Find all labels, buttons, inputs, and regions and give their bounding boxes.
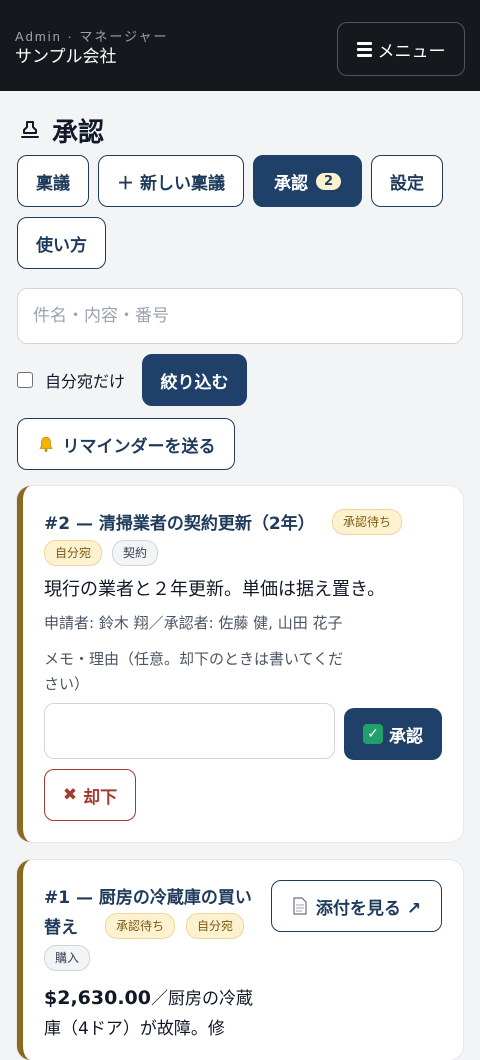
check-icon: ✓ bbox=[363, 724, 383, 744]
cross-icon: ✖ bbox=[62, 785, 78, 805]
mine-only-filter: 自分宛だけ bbox=[17, 366, 125, 394]
reject-button-label: 却下 bbox=[83, 787, 118, 808]
mine-only-label: 自分宛だけ bbox=[45, 372, 126, 391]
view-attachment-button[interactable]: 添付を見る ↗ bbox=[271, 880, 442, 932]
card-description: 現行の業者と２年更新。単価は据え置き。 bbox=[44, 579, 386, 600]
tab-approval[interactable]: 承認 2 bbox=[253, 155, 362, 207]
send-reminder-label: リマインダーを送る bbox=[62, 436, 216, 457]
approval-card: #2 — 清掃業者の契約更新（2年） 承認待ち 自分宛 契約 現行の業者と２年更… bbox=[17, 486, 463, 842]
new-ringi-button[interactable]: ＋ 新しい稟議 bbox=[98, 155, 244, 207]
amount: $2,630.00 bbox=[44, 987, 151, 1009]
view-attachment-label: 添付を見る ↗ bbox=[315, 898, 422, 919]
new-ringi-label: ＋ 新しい稟議 bbox=[117, 173, 225, 194]
memo-input[interactable] bbox=[44, 703, 335, 759]
tag-badge: 自分宛 bbox=[186, 913, 245, 939]
filter-button-label: 絞り込む bbox=[160, 372, 229, 393]
tab-howto-label: 使い方 bbox=[36, 235, 87, 256]
top-bar: Admin · マネージャー サンプル会社 メニュー bbox=[0, 0, 480, 91]
tab-approval-label: 承認 bbox=[273, 173, 308, 194]
bell-icon bbox=[38, 436, 53, 452]
company-name: サンプル会社 bbox=[15, 47, 117, 67]
send-reminder-button[interactable]: リマインダーを送る bbox=[17, 418, 235, 470]
card-description: $2,630.00／厨房の冷蔵庫（4ドア）が故障。修 bbox=[44, 983, 256, 1044]
card-title: #2 — 清掃業者の契約更新（2年） bbox=[44, 514, 315, 534]
mine-only-checkbox[interactable] bbox=[17, 372, 33, 388]
memo-label: メモ・理由（任意。却下のときは書いてください） bbox=[44, 650, 344, 693]
tab-ringi[interactable]: 稟議 bbox=[17, 155, 89, 207]
page-title-text: 承認 bbox=[52, 117, 105, 148]
search-input[interactable] bbox=[17, 288, 463, 344]
tab-howto[interactable]: 使い方 bbox=[17, 217, 106, 269]
tag-badge: 契約 bbox=[112, 540, 159, 566]
menu-button[interactable]: メニュー bbox=[337, 22, 465, 76]
stamp-icon bbox=[21, 121, 39, 138]
menu-button-label: メニュー bbox=[377, 41, 446, 62]
status-badge: 承認待ち bbox=[105, 913, 176, 939]
tag-badge: 自分宛 bbox=[44, 540, 103, 566]
page-title: 承認 bbox=[18, 112, 104, 148]
approval-count-badge: 2 bbox=[315, 172, 342, 190]
approval-card: #1 — 厨房の冷蔵庫の買い替え 承認待ち 自分宛 購入 添付を見る ↗ $2,… bbox=[17, 860, 463, 1060]
approve-button[interactable]: ✓ 承認 bbox=[344, 708, 442, 760]
hamburger-icon bbox=[356, 41, 372, 57]
tag-badge: 購入 bbox=[44, 945, 91, 971]
reject-button[interactable]: ✖ 却下 bbox=[44, 769, 136, 821]
filter-button[interactable]: 絞り込む bbox=[142, 354, 247, 406]
document-icon bbox=[293, 897, 307, 915]
tab-settings[interactable]: 設定 bbox=[371, 155, 443, 207]
approve-button-label: 承認 bbox=[389, 726, 423, 747]
tab-settings-label: 設定 bbox=[390, 173, 424, 194]
tab-ringi-label: 稟議 bbox=[36, 173, 70, 194]
card-meta: 申請者: 鈴木 翔／承認者: 佐藤 健, 山田 花子 bbox=[44, 614, 343, 632]
status-badge: 承認待ち bbox=[332, 509, 403, 535]
